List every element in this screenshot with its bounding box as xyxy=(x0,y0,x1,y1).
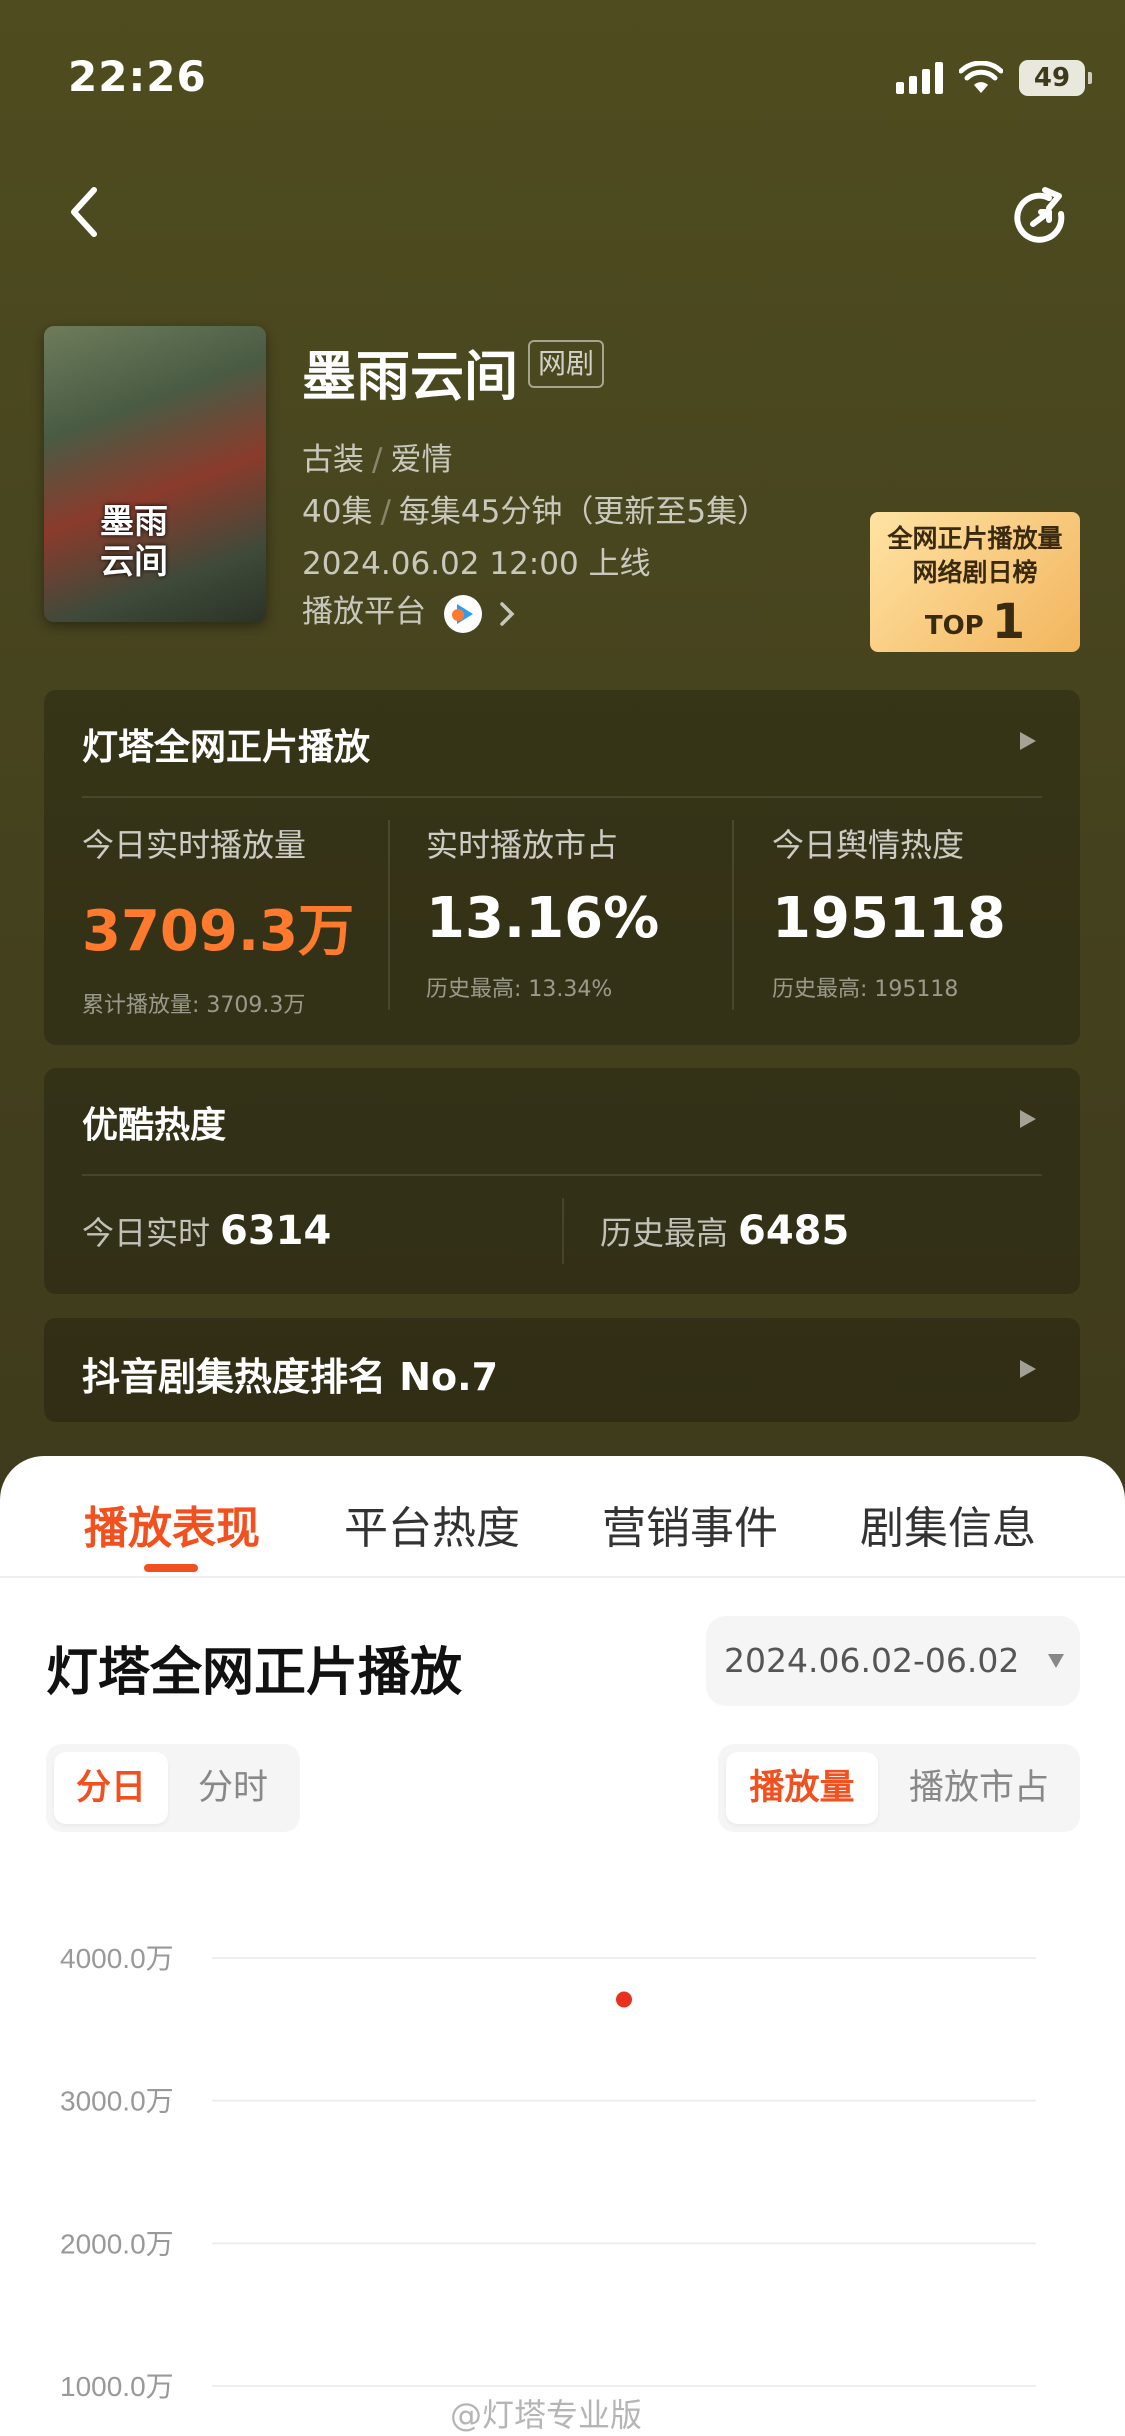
rank-badge[interactable]: 全网正片播放量 网络剧日榜 TOP 1 xyxy=(870,512,1080,652)
wifi-icon xyxy=(959,61,1003,93)
stat-label: 实时播放市占 xyxy=(426,826,619,864)
youku-today: 今日实时 6314 xyxy=(82,1208,331,1254)
stat-market-share: 实时播放市占 13.16% 历史最高: 13.34% xyxy=(426,820,659,1003)
stat-value: 195118 xyxy=(772,886,1006,951)
youku-heat-card[interactable]: 优酷热度 今日实时 6314 历史最高 6485 xyxy=(44,1068,1080,1294)
stat-sub: 历史最高: 195118 xyxy=(772,977,959,1002)
stat-sub: 历史最高: 13.34% xyxy=(426,977,613,1002)
youku-icon xyxy=(443,594,482,633)
stat-sub: 累计播放量: 3709.3万 xyxy=(82,993,306,1018)
granularity-daily[interactable]: 分日 xyxy=(54,1752,168,1824)
rank-line1: 全网正片播放量 xyxy=(887,524,1063,553)
divider xyxy=(82,796,1042,798)
refresh-icon[interactable] xyxy=(1009,186,1073,250)
stat-today-play: 今日实时播放量 3709.3万 累计播放量: 3709.3万 xyxy=(82,820,354,1019)
tab-platform-heat[interactable]: 平台热度 xyxy=(344,1492,520,1556)
youku-card-arrow-icon[interactable] xyxy=(1020,1110,1036,1128)
poster-image[interactable]: 墨雨云间 xyxy=(44,326,266,622)
tab-play-performance[interactable]: 播放表现 xyxy=(84,1492,260,1556)
platform-row[interactable]: 播放平台 xyxy=(302,586,516,633)
metric-toggle: 播放量 播放市占 xyxy=(718,1744,1080,1832)
play-card-title: 灯塔全网正片播放 xyxy=(82,727,371,768)
stat-label: 今日实时播放量 xyxy=(82,826,307,864)
granularity-toggle: 分日 分时 xyxy=(46,1744,300,1832)
tab-active-indicator xyxy=(144,1564,198,1572)
y-tick-label: 3000.0万 xyxy=(60,2086,174,2117)
release-date: 2024.06.02 12:00 上线 xyxy=(302,546,651,582)
y-tick-label: 1000.0万 xyxy=(60,2371,174,2402)
episode-info: 每集45分钟（更新至5集） xyxy=(398,494,769,530)
metric-play-count[interactable]: 播放量 xyxy=(726,1752,878,1824)
poster-title: 墨雨云间 xyxy=(100,502,168,582)
section-title: 灯塔全网正片播放 xyxy=(46,1643,463,1703)
dropdown-triangle-icon xyxy=(1048,1654,1064,1668)
stat-value: 3709.3万 xyxy=(82,899,355,964)
tab-drama-info[interactable]: 剧集信息 xyxy=(860,1492,1036,1556)
drama-title: 墨雨云间 xyxy=(302,345,518,408)
rank-top-label: TOP xyxy=(924,611,984,641)
battery-icon: 49 xyxy=(1019,60,1092,96)
status-time: 22:26 xyxy=(68,52,207,101)
youku-max: 历史最高 6485 xyxy=(600,1208,849,1254)
stat-label: 今日舆情热度 xyxy=(772,826,965,864)
episode-line: 40集 / 每集45分钟（更新至5集） xyxy=(302,494,769,530)
douyin-rank-card[interactable]: 抖音剧集热度排名 No.7 xyxy=(44,1318,1080,1422)
divider xyxy=(732,820,734,1010)
youku-today-value: 6314 xyxy=(220,1208,332,1254)
youku-max-label: 历史最高 xyxy=(600,1214,729,1252)
signal-icon xyxy=(896,62,943,94)
chevron-right-icon xyxy=(499,601,515,626)
date-range-value: 2024.06.02-06.02 xyxy=(724,1641,1020,1680)
divider xyxy=(562,1198,564,1264)
divider xyxy=(388,820,390,1010)
platform-label: 播放平台 xyxy=(302,594,426,630)
y-tick-label: 4000.0万 xyxy=(60,1943,174,1974)
rank-top-number: 1 xyxy=(991,594,1026,650)
y-tick-label: 2000.0万 xyxy=(60,2228,174,2259)
stat-sentiment-heat: 今日舆情热度 195118 历史最高: 195118 xyxy=(772,820,1006,1003)
stat-value: 13.16% xyxy=(426,886,660,951)
tab-marketing-events[interactable]: 营销事件 xyxy=(602,1492,778,1556)
metric-market-share[interactable]: 播放市占 xyxy=(886,1752,1072,1824)
granularity-hourly[interactable]: 分时 xyxy=(174,1752,292,1824)
watermark: @灯塔专业版 xyxy=(450,2396,643,2434)
divider xyxy=(82,1174,1042,1176)
rank-line2: 网络剧日榜 xyxy=(912,558,1038,587)
douyin-card-title: 抖音剧集热度排名 No.7 xyxy=(82,1355,499,1399)
date-range-select[interactable]: 2024.06.02-06.02 xyxy=(706,1616,1080,1706)
genre-line: 古装 / 爱情 xyxy=(302,442,453,478)
youku-today-label: 今日实时 xyxy=(82,1214,211,1252)
tab-bar: 播放表现 平台热度 营销事件 剧集信息 xyxy=(0,1456,1125,1578)
douyin-card-arrow-icon[interactable] xyxy=(1020,1360,1036,1378)
genre-1: 古装 xyxy=(302,442,364,478)
status-icons: 49 xyxy=(896,56,1092,100)
play-card-arrow-icon[interactable] xyxy=(1020,732,1036,750)
youku-card-title: 优酷热度 xyxy=(82,1105,227,1146)
episode-count: 40集 xyxy=(302,494,373,530)
play-stats-card[interactable]: 灯塔全网正片播放 今日实时播放量 3709.3万 累计播放量: 3709.3万 … xyxy=(44,690,1080,1045)
genre-2: 爱情 xyxy=(390,442,453,478)
data-point[interactable] xyxy=(616,1991,632,2008)
type-tag: 网剧 xyxy=(528,340,605,388)
rank-top: TOP 1 xyxy=(870,594,1080,650)
youku-max-value: 6485 xyxy=(738,1208,850,1254)
back-icon[interactable] xyxy=(60,182,110,242)
play-count-chart: 4000.0万 3000.0万 2000.0万 1000.0万 xyxy=(60,1943,1036,2402)
